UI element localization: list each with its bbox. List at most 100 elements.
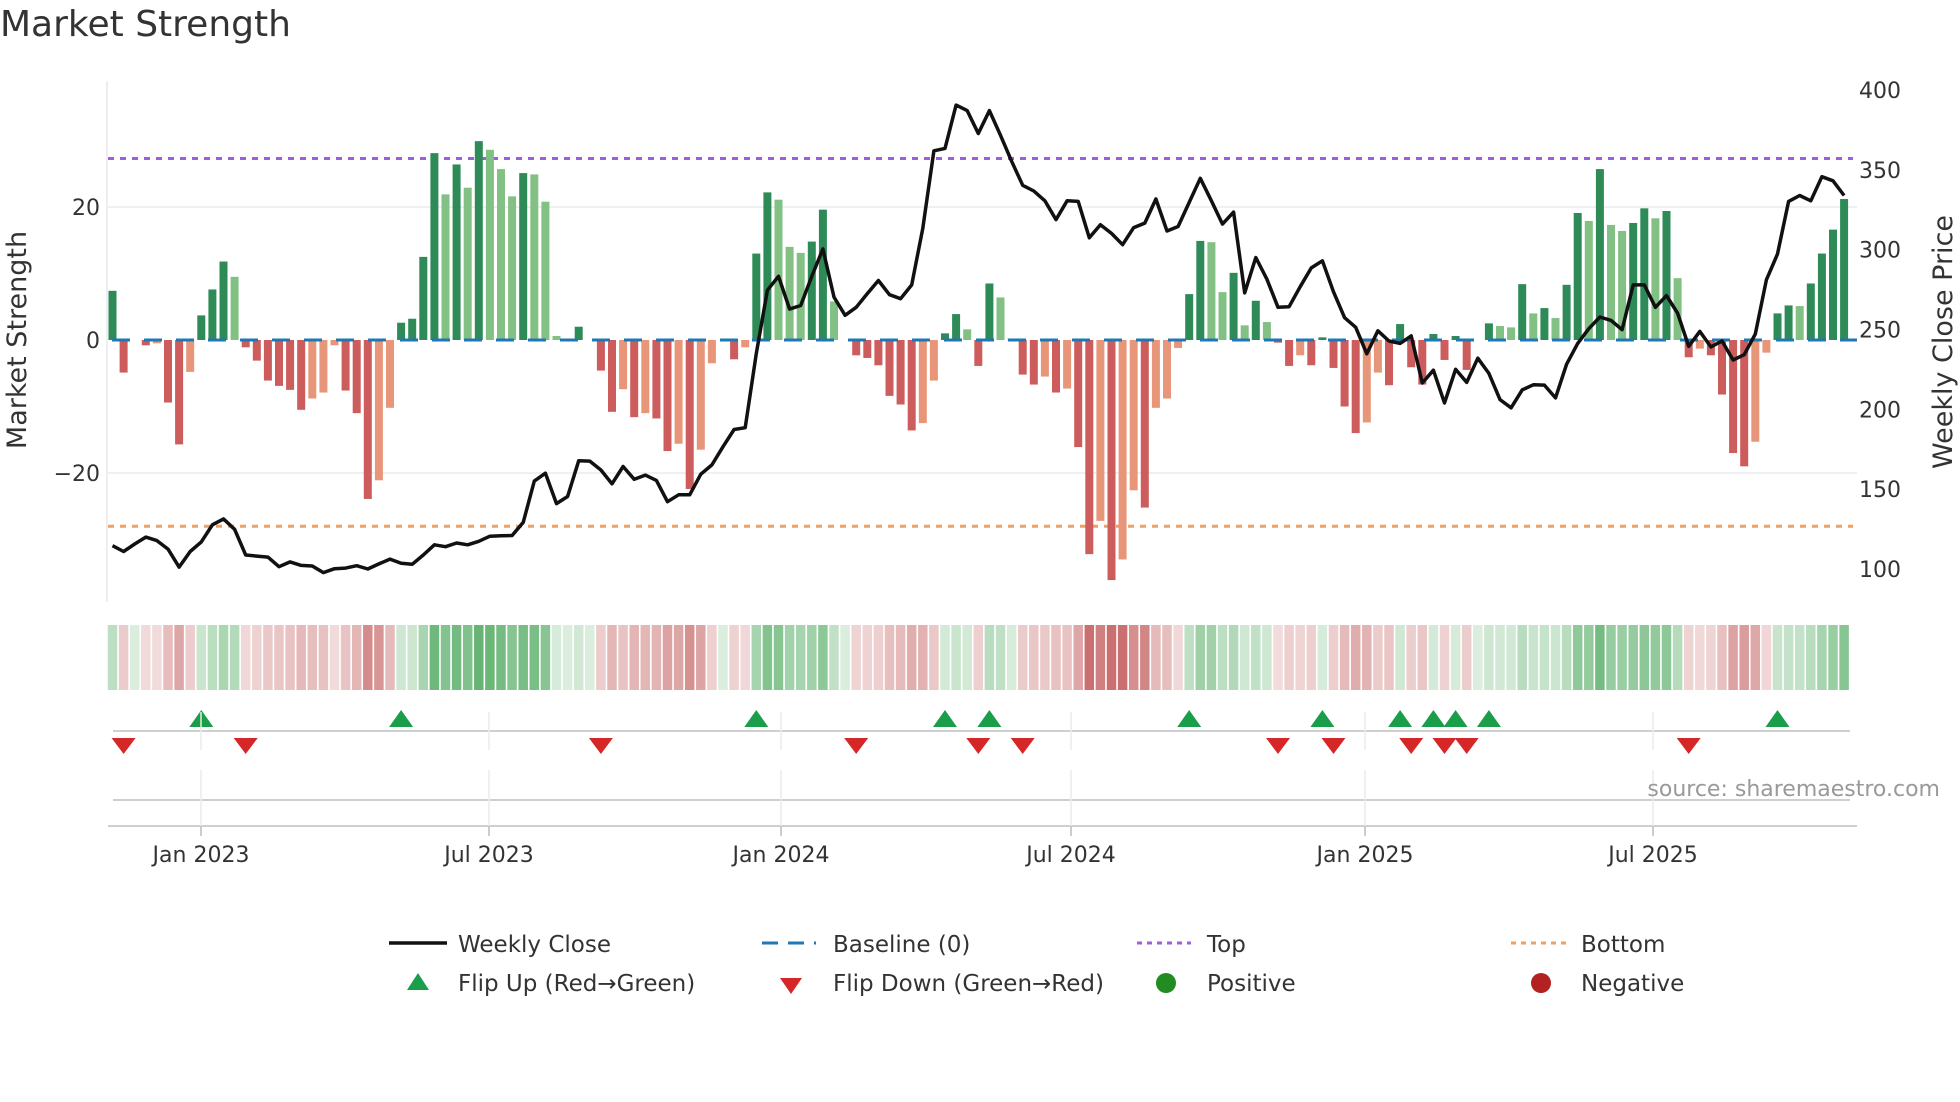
negative-bar [374,340,383,481]
negative-bar [863,340,872,358]
positive-bar [508,196,517,340]
heat-cell [296,625,306,690]
positive-bar [219,261,228,340]
positive-bar [519,173,528,340]
positive-bar [807,241,816,340]
positive-bar [1662,210,1671,340]
heat-cell [307,625,318,690]
y2-tick-label: 400 [1859,79,1901,104]
heat-cell [1506,625,1516,690]
positive-bar [541,201,550,340]
positive-bar [474,141,483,340]
heat-cell [1450,625,1461,690]
heat-cell [1373,625,1383,690]
flip-up-marker [1476,710,1501,727]
heat-cell [340,625,351,690]
flip-up-marker [933,710,957,727]
positive-bar [830,301,838,340]
positive-bar [1196,240,1205,340]
flip-down-marker [1432,738,1457,754]
y2-tick-label: 200 [1859,398,1901,423]
positive-bar [1829,229,1837,340]
heat-cell [1750,625,1761,690]
negative-bar [1373,340,1382,373]
flip-down-marker [1454,738,1479,754]
heat-cell [1040,625,1050,690]
heat-cell [995,625,1006,690]
heat-cell [1806,625,1816,690]
negative-bar [685,340,694,489]
negative-bar [352,340,361,414]
positive-bar [752,253,761,340]
negative-bar [1329,340,1338,368]
heat-cell [118,625,129,690]
heat-cell [1839,625,1849,690]
negative-bar [252,340,261,361]
heat-cell [1017,625,1028,690]
negative-bar [707,340,716,364]
heat-cell [418,625,429,690]
heat-cell [129,625,140,690]
heat-cell [1772,625,1783,690]
legend-baseline: Baseline (0) [833,932,970,958]
negative-bar [1085,340,1094,555]
heat-cell [1794,625,1805,690]
heat-cell [984,625,995,690]
y2-tick-label: 250 [1859,319,1901,344]
heat-cell [1073,625,1083,690]
flip-down-marker [1399,738,1424,754]
heat-cell [718,625,728,690]
heat-cell [895,625,906,690]
heat-cell [884,625,895,690]
positive-bar [397,322,406,340]
triangle-down-icon [780,978,802,994]
heat-cell [240,625,251,690]
heat-cell [618,625,628,690]
flip-signal-panel [108,710,1857,827]
x-tick-label: Jan 2024 [731,843,830,868]
heat-cell [1639,625,1650,690]
negative-bar [297,340,306,410]
negative-bar [119,340,128,373]
flip-up-marker [1765,710,1790,727]
x-tick-label: Jul 2024 [1024,843,1116,868]
positive-bar [1629,222,1638,340]
positive-bar [1240,325,1249,340]
heat-cell [351,625,362,690]
legend-weekly-close: Weekly Close [458,932,611,958]
x-tick-label: Jan 2023 [151,843,250,868]
y2-axis-label: Weekly Close Price [1928,215,1959,469]
flip-up-marker [1421,710,1446,727]
heat-cell [1051,625,1061,690]
legend-bottom: Bottom [1581,932,1665,958]
heat-cell [507,625,517,690]
heat-cell [1095,625,1106,690]
positive-bar [452,164,461,340]
heat-cell [363,625,373,690]
negative-bar [619,340,628,390]
negative-bar [263,340,272,381]
negative-bar [1285,340,1294,366]
negative-bar [286,340,295,390]
heat-cell [562,625,573,690]
heat-cell [1473,625,1483,690]
heat-cell [540,625,551,690]
heat-cell [1339,625,1350,690]
positive-bar [1185,294,1194,340]
positive-bar [1640,208,1649,340]
negative-bar [1151,340,1160,408]
positive-bar [1229,272,1238,340]
heat-cell [596,625,606,690]
heat-cell [1251,625,1261,690]
heat-cell [152,625,162,690]
heat-cell [285,625,295,690]
heat-cell [1117,625,1128,690]
heat-cell [185,625,195,690]
positive-bar [497,169,505,340]
flip-down-marker [966,738,991,754]
positive-bar [197,315,206,340]
positive-bar [108,290,117,340]
heat-cell [773,625,784,690]
heat-cell [940,625,950,690]
heat-cell [1717,625,1727,690]
